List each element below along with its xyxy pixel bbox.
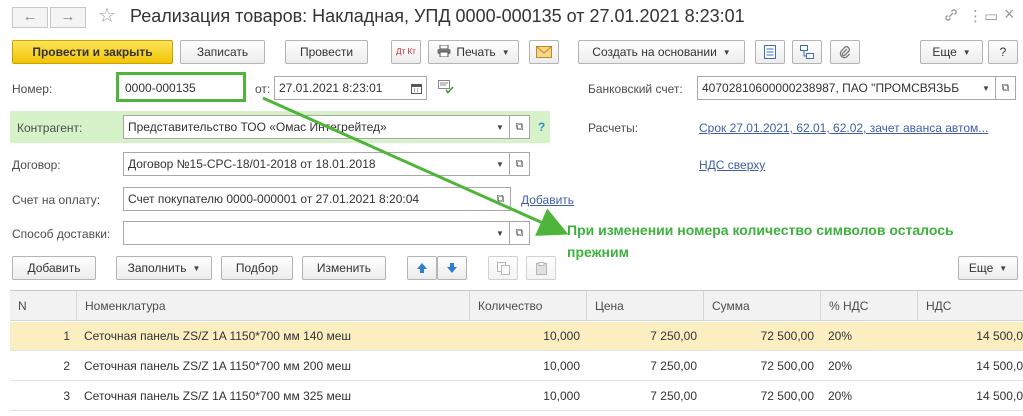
move-up-button[interactable] [407,256,437,280]
selection-button[interactable]: Подбор [221,256,293,280]
column-header-item[interactable]: Номенклатура [76,291,469,321]
table-row[interactable]: 1 Сеточная панель ZS/Z 1A 1150*700 мм 14… [10,322,1023,351]
cell-vat-rate: 20% [828,329,853,343]
cell-sum: 72 500,00 [760,389,814,403]
column-header-vat[interactable]: НДС [917,291,1023,321]
chevron-down-icon: ▼ [192,263,201,273]
change-button[interactable]: Изменить [302,256,386,280]
chevron-down-icon: ▼ [999,263,1008,273]
cell-sum: 72 500,00 [760,329,814,343]
table-more-label: Еще [968,261,994,275]
cell-price: 7 250,00 [650,329,697,343]
table-row[interactable]: 2 Сеточная панель ZS/Z 1A 1150*700 мм 20… [10,352,1023,381]
cell-vat: 14 500,0 [976,329,1023,343]
cell-n: 2 [63,359,70,373]
cell-item: Сеточная панель ZS/Z 1A 1150*700 мм 200 … [84,359,352,373]
cell-n: 1 [63,329,70,343]
column-header-n[interactable]: N [10,291,76,321]
cell-quantity: 10,000 [543,359,580,373]
cell-quantity: 10,000 [543,389,580,403]
column-header-vat-rate[interactable]: % НДС [820,291,917,321]
column-header-sum[interactable]: Сумма [703,291,820,321]
cell-vat-rate: 20% [828,359,853,373]
goods-table: N Номенклатура Количество Цена Сумма % Н… [10,290,1023,416]
cell-quantity: 10,000 [543,329,580,343]
fill-button[interactable]: Заполнить ▼ [116,256,212,280]
table-row[interactable]: 3 Сеточная панель ZS/Z 1A 1150*700 мм 32… [10,382,1023,411]
column-header-price[interactable]: Цена [586,291,703,321]
copy-icon [496,261,510,275]
arrow-up-icon [417,263,427,273]
copy-rows-button[interactable] [488,256,518,280]
cell-vat: 14 500,0 [976,359,1023,373]
annotation-text: При изменении номера количество символов… [567,219,1022,263]
table-more-button[interactable]: Еще ▼ [958,256,1018,280]
cell-vat: 14 500,0 [976,389,1023,403]
annotation-line-2: прежним [567,244,629,260]
move-down-button[interactable] [437,256,467,280]
paste-rows-button[interactable] [526,256,556,280]
arrow-down-icon [447,263,457,273]
cell-sum: 72 500,00 [760,359,814,373]
cell-price: 7 250,00 [650,359,697,373]
cell-item: Сеточная панель ZS/Z 1A 1150*700 мм 325 … [84,389,352,403]
table-header: N Номенклатура Количество Цена Сумма % Н… [10,291,1023,321]
paste-icon [535,261,547,275]
annotation-line-1: При изменении номера количество символов… [567,222,954,238]
add-row-button[interactable]: Добавить [12,256,96,280]
fill-label: Заполнить [127,261,187,275]
cell-price: 7 250,00 [650,389,697,403]
column-header-quantity[interactable]: Количество [469,291,586,321]
cell-vat-rate: 20% [828,389,853,403]
cell-n: 3 [63,389,70,403]
cell-item: Сеточная панель ZS/Z 1A 1150*700 мм 140 … [84,329,352,343]
